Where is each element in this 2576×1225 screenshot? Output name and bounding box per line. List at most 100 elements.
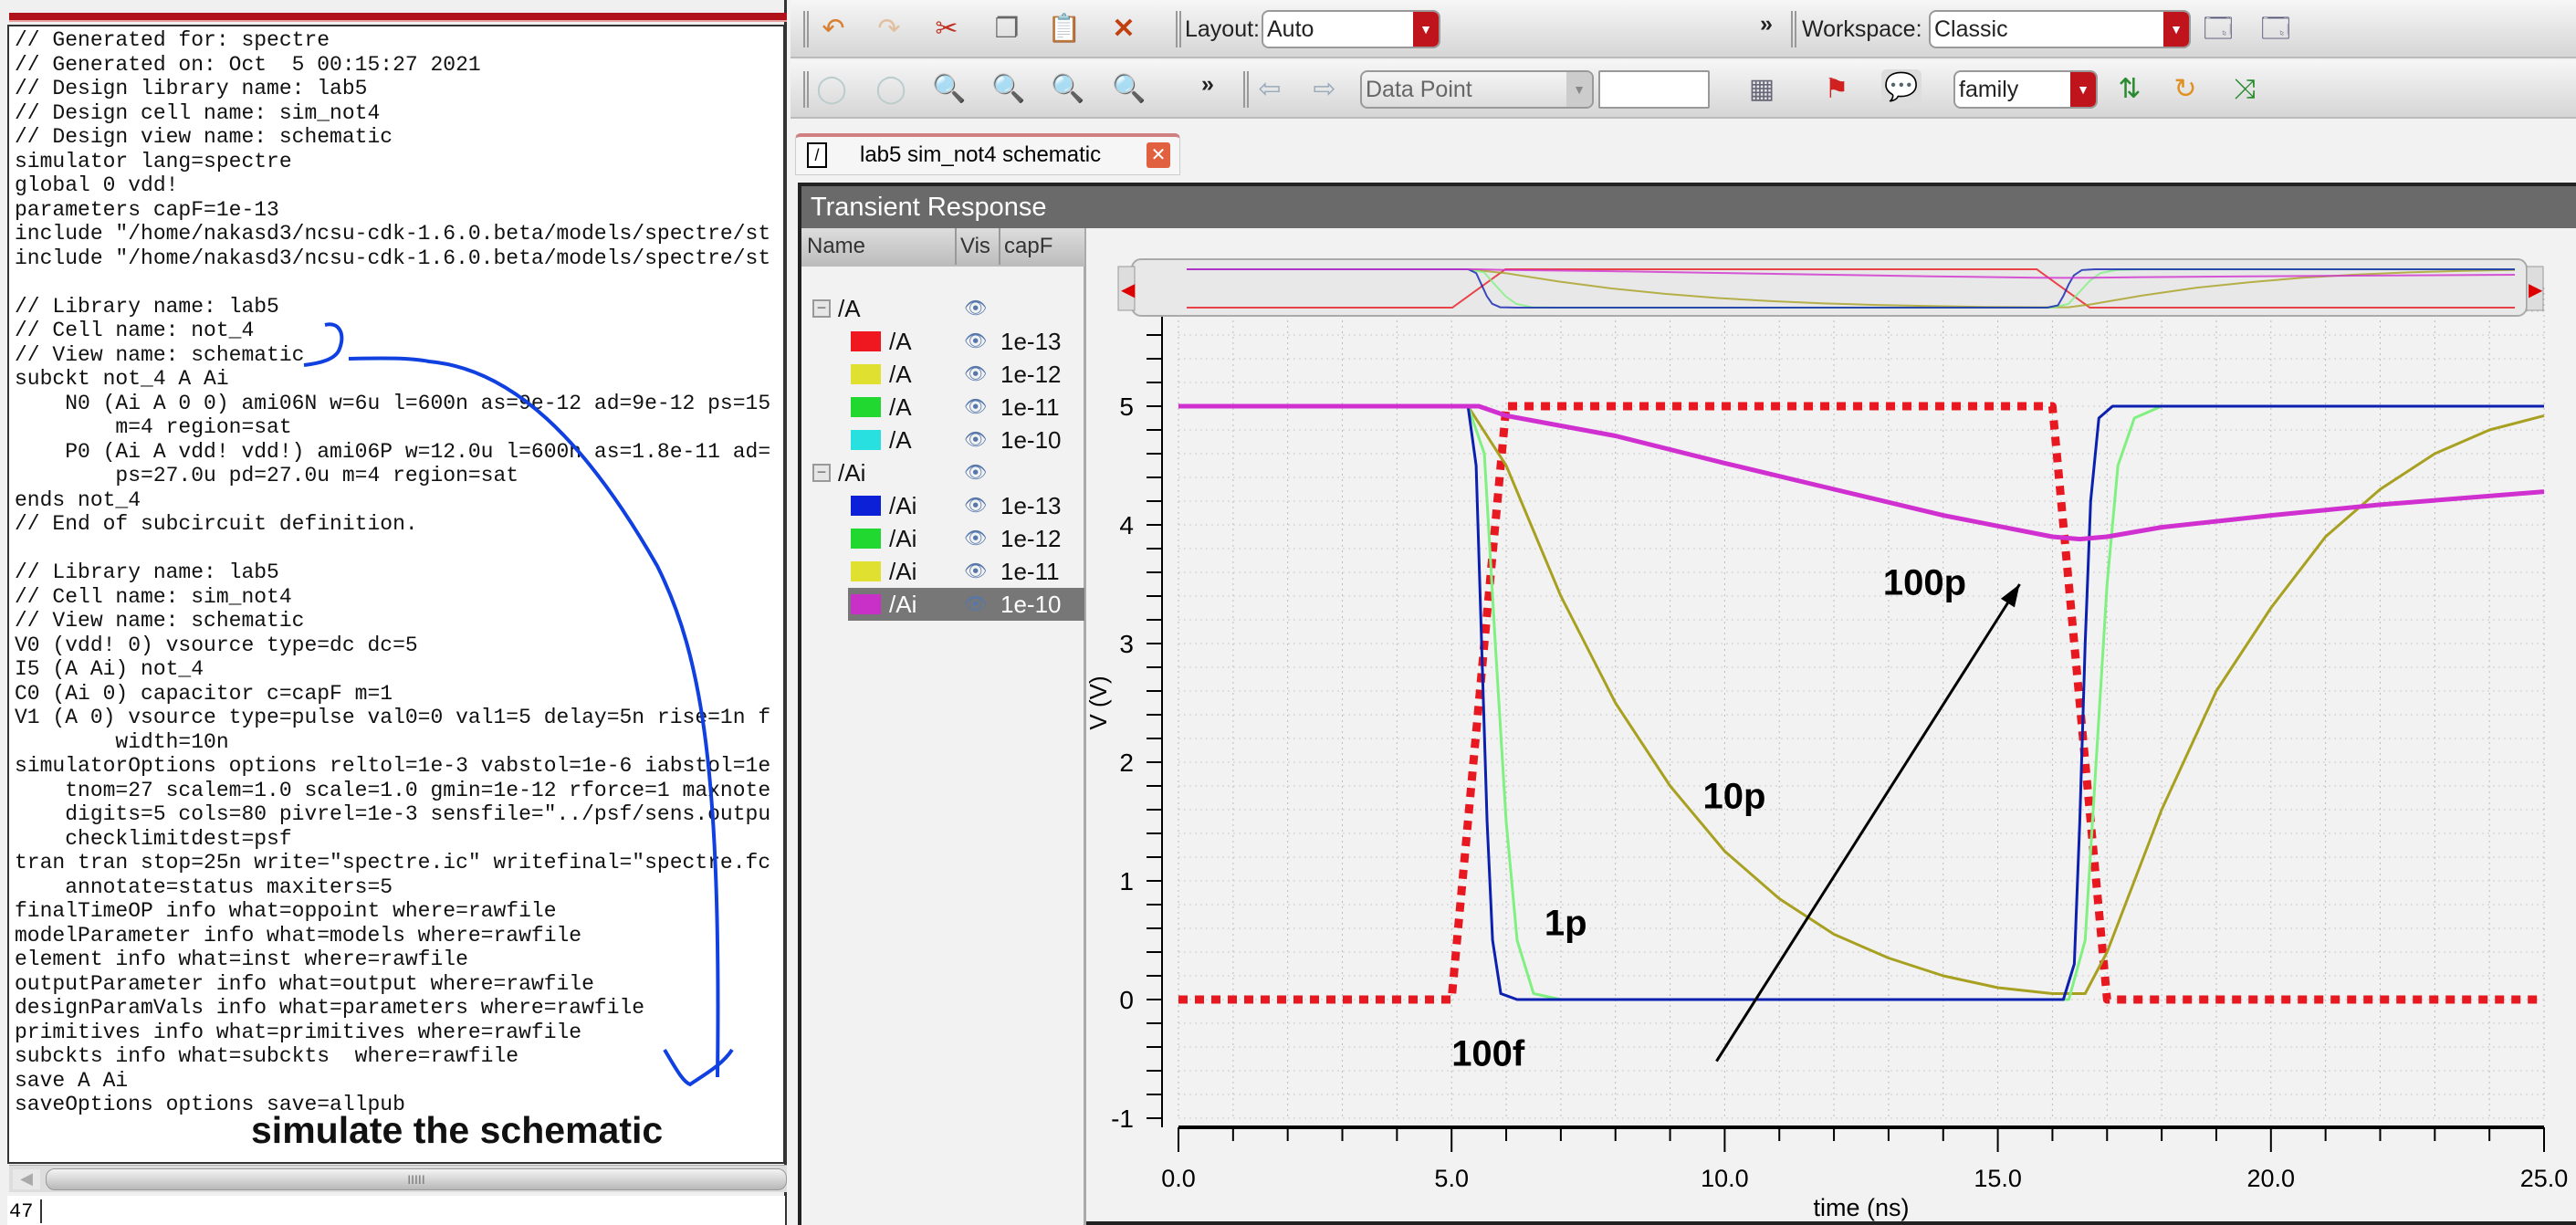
delete-icon[interactable]: ✕ (1104, 11, 1144, 47)
y-axis-label: V (V) (1084, 675, 1112, 729)
pan-icon[interactable]: ◯ (871, 71, 911, 108)
legend-item[interactable]: /A 👁 1e-12 (801, 358, 1084, 391)
next-icon[interactable]: ⇨ (1304, 71, 1345, 108)
datapoint-select[interactable]: Data Point ▼ (1360, 70, 1594, 109)
x-tick-label: 20.0 (2247, 1165, 2296, 1192)
layout-select[interactable]: Auto ▼ (1262, 10, 1440, 48)
legend-item[interactable]: /A 👁 1e-13 (801, 325, 1084, 358)
group-name: /A (838, 295, 861, 322)
y-tick-label: 5 (1119, 393, 1134, 421)
toolbar-row-2: ◯ ◯ 🔍 🔍 🔍 🔍 » ⇦ ⇨ Data Point ▼ ▦ ⚑ 💬 fami… (791, 60, 2576, 119)
zoom-box-icon[interactable]: 🔍 (1109, 71, 1149, 108)
eye-icon[interactable]: 👁 (964, 588, 987, 621)
column-name[interactable]: Name (807, 228, 865, 265)
tab-lab5-sim-not4-schematic[interactable]: / lab5 sim_not4 schematic ✕ (795, 133, 1180, 175)
family-value: family (1959, 77, 2019, 102)
chevron-down-icon[interactable]: ▼ (1566, 72, 1592, 107)
schematic-icon: / (807, 142, 827, 168)
more-tools-button[interactable]: » (1201, 66, 1214, 102)
column-capf[interactable]: capF (999, 228, 1052, 265)
undo-icon[interactable]: ↶ (813, 11, 853, 47)
cut-icon[interactable]: ✂ (927, 11, 967, 47)
legend-item[interactable]: /Ai 👁 1e-12 (801, 522, 1084, 555)
eye-icon[interactable]: 👁 (964, 456, 987, 489)
trace-name: /A (889, 361, 912, 388)
toolbar-grip[interactable] (803, 11, 809, 47)
line-status[interactable]: 47 (7, 1196, 785, 1225)
zoom-fit-icon[interactable]: ◯ (812, 71, 852, 108)
column-vis[interactable]: Vis (955, 228, 990, 265)
y-tick-label: 0 (1119, 986, 1134, 1014)
zoom-in-icon[interactable]: 🔍 (989, 71, 1029, 108)
prev-icon[interactable]: ⇦ (1250, 71, 1290, 108)
trace--ai-1e-10[interactable] (1178, 403, 2545, 542)
annotation-label: 100f (1451, 1034, 1525, 1074)
capf-value: 1e-11 (1000, 558, 1060, 585)
collapse-icon[interactable]: − (812, 464, 831, 482)
trace-color-swatch (851, 529, 881, 549)
chevron-down-icon[interactable]: ▼ (2163, 12, 2189, 47)
scrollbar-thumb[interactable]: IIIII (46, 1168, 787, 1190)
y-tick-label: -1 (1111, 1105, 1134, 1133)
datapoint-input[interactable] (1598, 70, 1710, 109)
toolbar-grip[interactable] (1791, 11, 1796, 47)
toolbar-grip[interactable] (803, 71, 809, 108)
transient-plot[interactable]: 6543210-1V (V)0.05.010.015.020.025.0time… (1084, 228, 2576, 1225)
paste-icon[interactable]: 📋 (1044, 11, 1084, 47)
legend-item[interactable]: /Ai 👁 1e-11 (801, 555, 1084, 588)
capf-value: 1e-10 (1000, 591, 1062, 618)
flag-icon[interactable]: ⚑ (1817, 71, 1857, 108)
eye-icon[interactable]: 👁 (964, 424, 987, 456)
arrowhead (2000, 584, 2020, 608)
window-title: Transient Response (801, 186, 2576, 228)
toolbar-row-1: ↶ ↷ ✂ ❐ 📋 ✕ Layout: Auto ▼ » Workspace: C… (791, 0, 2576, 58)
trace-name: /A (889, 426, 912, 454)
workspace-save-icon[interactable]: 🗔 (2198, 11, 2238, 47)
redo-icon[interactable]: ↷ (869, 11, 909, 47)
legend-group[interactable]: − /A 👁 (801, 292, 1084, 325)
zoom-icon[interactable]: 🔍 (929, 71, 969, 108)
workspace-select[interactable]: Classic ▼ (1929, 10, 2191, 48)
eye-icon[interactable]: 👁 (964, 325, 987, 358)
legend-item[interactable]: /Ai 👁 1e-10 (848, 588, 1084, 621)
capf-value: 1e-10 (1000, 426, 1062, 454)
x-tick-label: 25.0 (2520, 1165, 2569, 1192)
annotation-label: 10p (1702, 776, 1765, 816)
zoom-out-icon[interactable]: 🔍 (1048, 71, 1088, 108)
more-tools-button[interactable]: » (1760, 5, 1773, 42)
scroll-left-icon[interactable]: ◀ (13, 1169, 40, 1189)
copy-icon[interactable]: ❐ (987, 11, 1027, 47)
info-icon[interactable]: 💬 (1881, 69, 1922, 106)
family-refresh-icon[interactable]: ↻ (2165, 71, 2205, 108)
chevron-down-icon[interactable]: ▼ (1413, 12, 1439, 47)
x-tick-label: 15.0 (1974, 1165, 2022, 1192)
eye-icon[interactable]: 👁 (964, 292, 987, 325)
eye-icon[interactable]: 👁 (964, 522, 987, 555)
eye-icon[interactable]: 👁 (964, 391, 987, 424)
eye-icon[interactable]: 👁 (964, 489, 987, 522)
y-tick-label: 2 (1119, 749, 1134, 777)
family-select[interactable]: family ▼ (1953, 70, 2098, 109)
calculator-icon[interactable]: ▦ (1742, 71, 1782, 108)
y-tick-label: 3 (1119, 630, 1134, 658)
family-swap-icon[interactable]: ⤨ (2225, 71, 2265, 108)
horizontal-scrollbar[interactable]: ◀ IIIII (9, 1165, 787, 1192)
eye-icon[interactable]: 👁 (964, 358, 987, 391)
legend-group[interactable]: − /Ai 👁 (801, 456, 1084, 489)
toolbar-grip[interactable] (1176, 11, 1181, 47)
eye-icon[interactable]: 👁 (964, 555, 987, 588)
family-up-icon[interactable]: ⇅ (2110, 71, 2150, 108)
collapse-icon[interactable]: − (812, 299, 831, 318)
x-axis-label: time (ns) (1813, 1194, 1909, 1221)
legend-item[interactable]: /A 👁 1e-10 (801, 424, 1084, 456)
layout-label: Layout: (1185, 16, 1261, 42)
legend-item[interactable]: /Ai 👁 1e-13 (801, 489, 1084, 522)
legend-item[interactable]: /A 👁 1e-11 (801, 391, 1084, 424)
close-tab-icon[interactable]: ✕ (1147, 142, 1170, 168)
layout-value: Auto (1267, 16, 1314, 42)
chevron-down-icon[interactable]: ▼ (2070, 72, 2096, 107)
toolbar-grip[interactable] (1243, 71, 1249, 108)
workspace-delete-icon[interactable]: 🗔 (2256, 11, 2296, 47)
trace-name: /Ai (889, 525, 917, 552)
trace-name: /Ai (889, 591, 917, 618)
